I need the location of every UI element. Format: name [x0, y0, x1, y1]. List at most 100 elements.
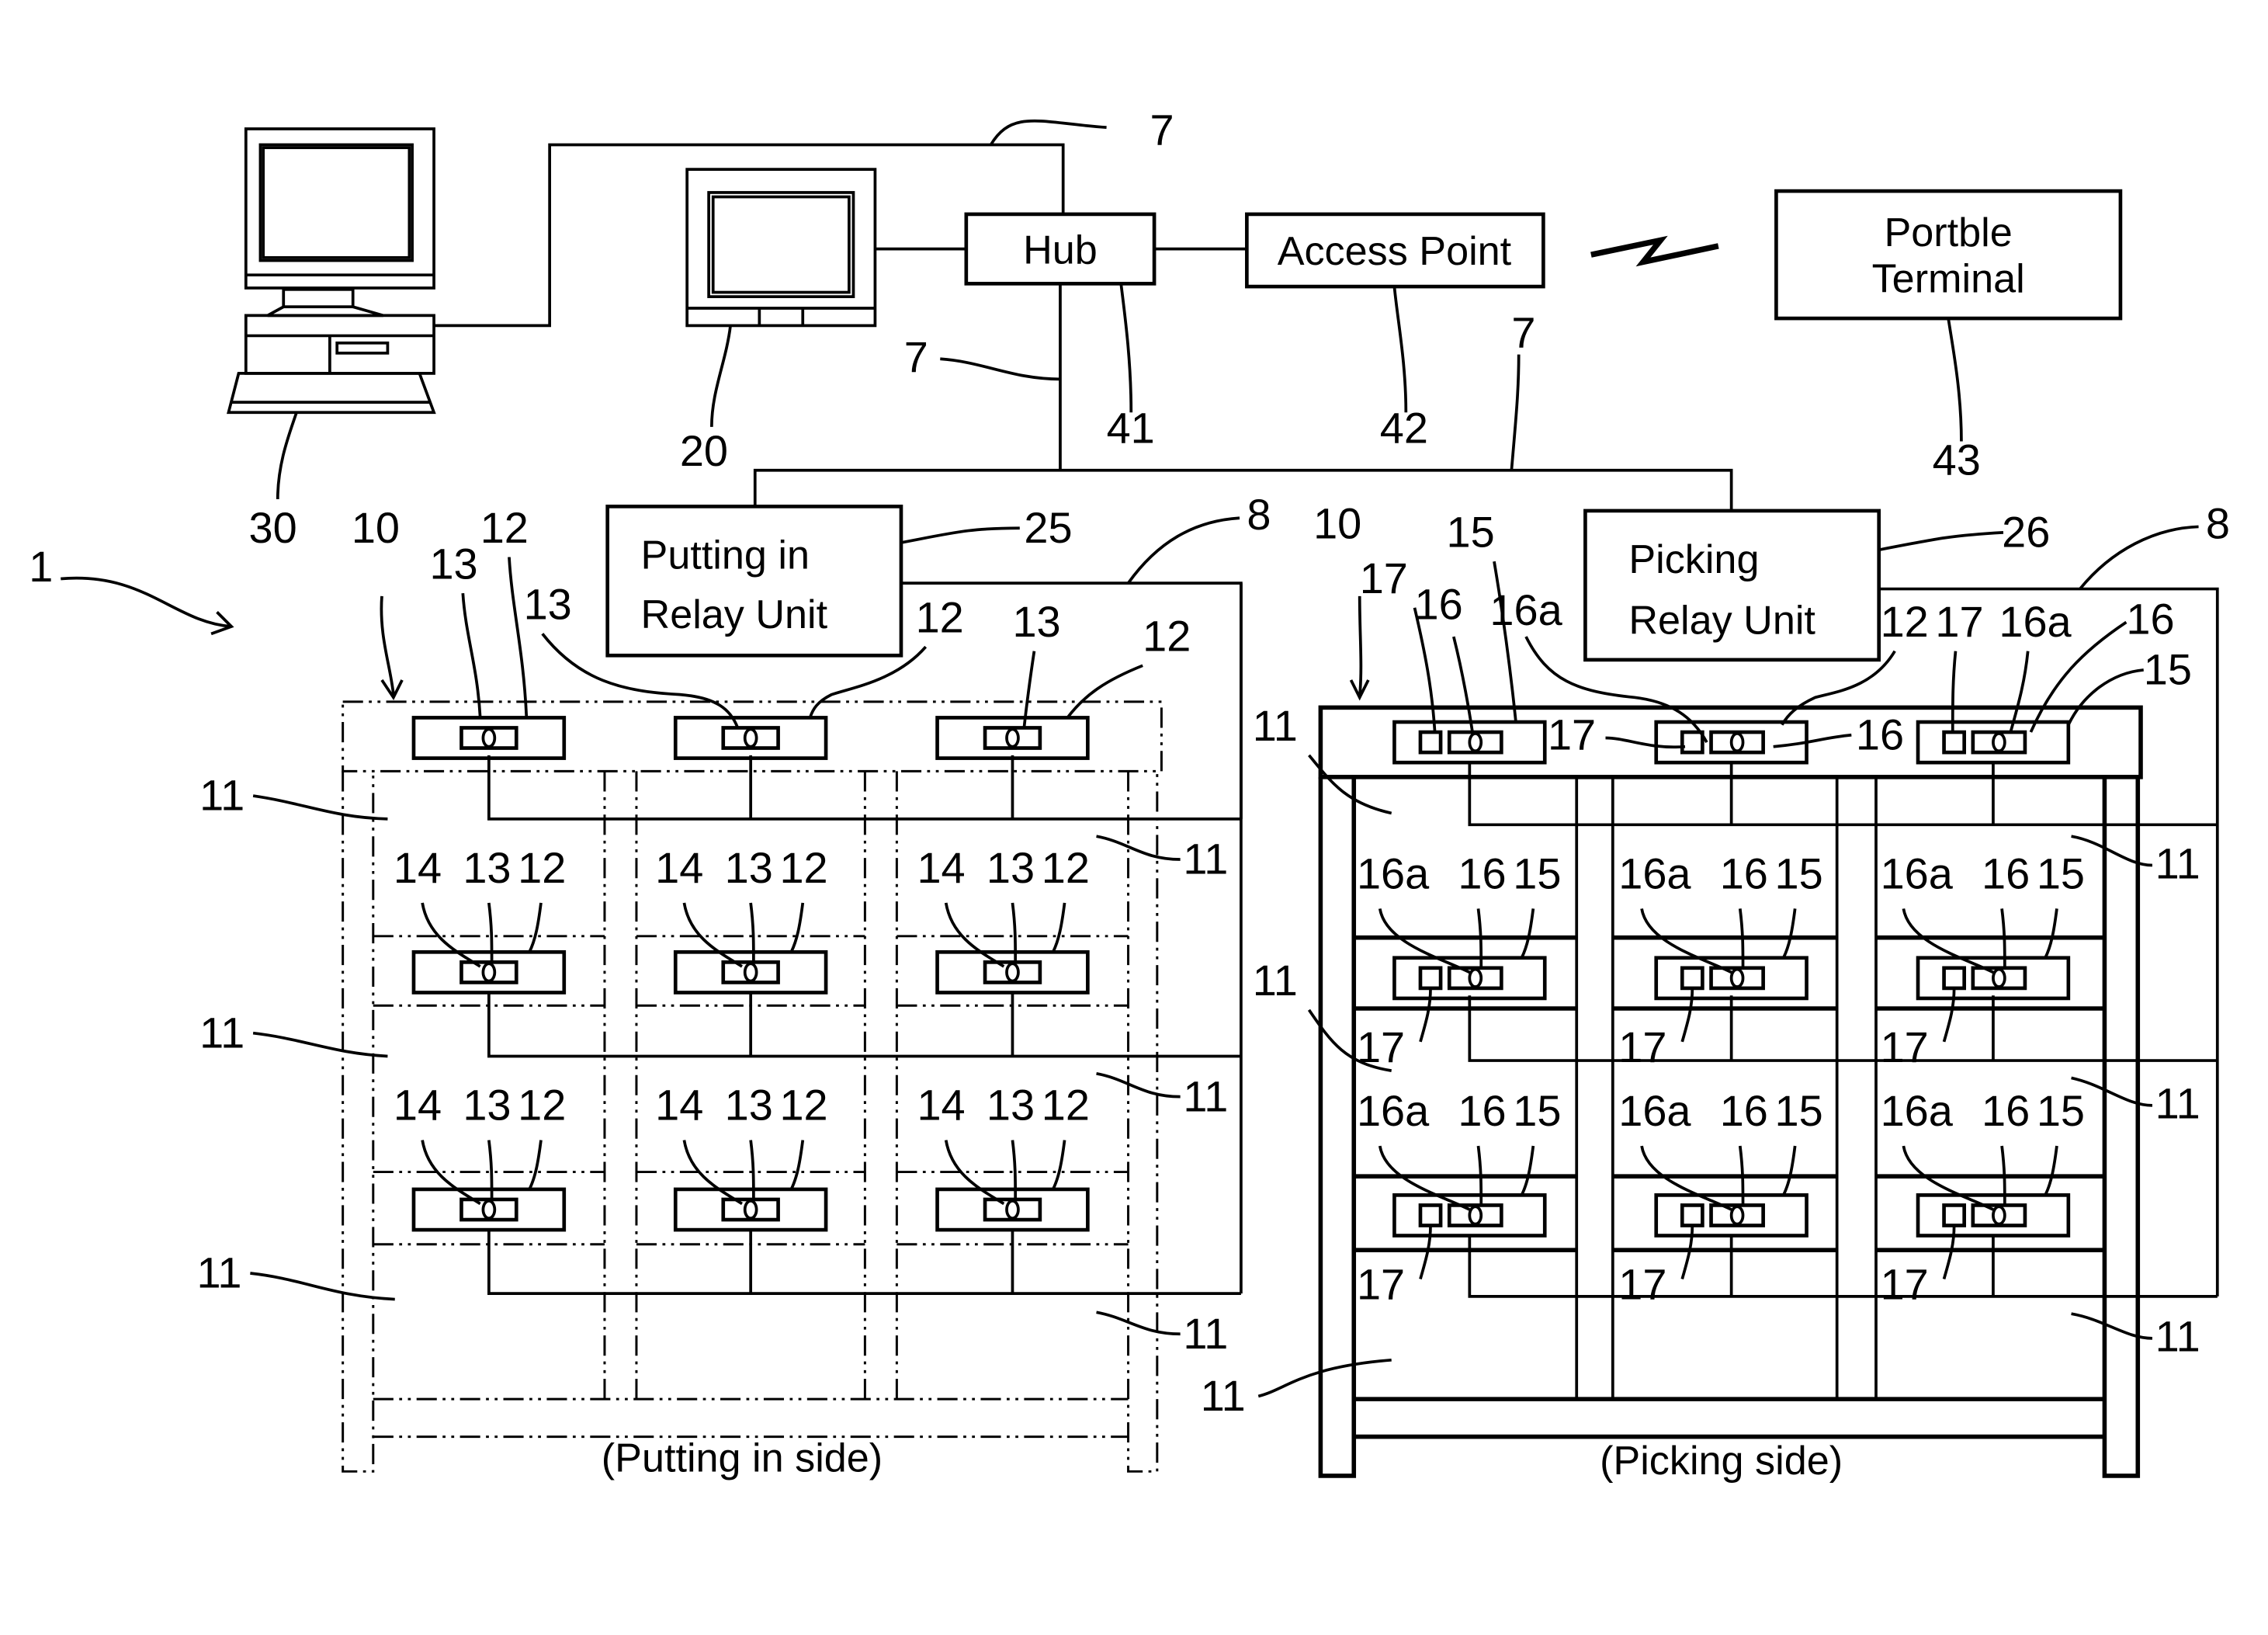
ref-14: 14: [394, 1080, 442, 1129]
indicator-lamp-17: [1942, 1203, 1966, 1227]
picking-display-unit: [1392, 956, 1547, 1001]
ref-7: 7: [1511, 307, 1535, 356]
ref-17: 17: [1935, 597, 1983, 646]
ref-8: 8: [2206, 498, 2230, 547]
indicator-lamp-17: [1418, 730, 1443, 755]
ref-11: 11: [196, 1248, 241, 1297]
ref-16a: 16a: [1618, 849, 1691, 897]
picking-display-unit: [1654, 1193, 1809, 1238]
ref-11: 11: [1183, 835, 1228, 883]
ref-12: 12: [916, 592, 964, 641]
ref-13: 13: [725, 843, 773, 892]
ref-16: 16: [1982, 1086, 2030, 1135]
ref-11: 11: [1253, 956, 1298, 1005]
portable-terminal-box: Portble Terminal: [1774, 189, 2123, 321]
ref-17: 17: [1618, 1260, 1666, 1309]
ref-17: 17: [1357, 1260, 1405, 1309]
access-point-box: Access Point: [1245, 212, 1545, 289]
ref-41: 41: [1107, 403, 1155, 452]
ref-15: 15: [2037, 1086, 2085, 1135]
patent-figure: Hub Access Point Portble Terminal Puttin…: [29, 105, 2230, 1484]
ref-16: 16: [1458, 849, 1506, 897]
putting-display-unit: [673, 716, 828, 760]
ref-12: 12: [1042, 843, 1090, 892]
picking-display-unit: [1392, 720, 1547, 765]
indicator-lamp-17: [1942, 730, 1966, 755]
ref-14: 14: [917, 1080, 965, 1129]
ref-14: 14: [394, 843, 442, 892]
ref-16: 16: [2126, 594, 2174, 643]
ref-25: 25: [1024, 503, 1072, 552]
portable-terminal-label-1: Portble: [1885, 210, 2013, 255]
ref-10: 10: [1313, 498, 1361, 547]
picking-relay-label-1: Picking: [1628, 537, 1759, 582]
ref-15: 15: [1775, 1086, 1823, 1135]
putting-display-unit: [411, 949, 567, 995]
picking-display-unit: [1916, 956, 2071, 1001]
putting-display-unit: [673, 1187, 828, 1232]
ref-12: 12: [518, 1080, 566, 1129]
indicator-lamp-17: [1680, 966, 1704, 991]
hub-box: Hub: [964, 212, 1157, 286]
ref-16: 16: [1458, 1086, 1506, 1135]
putting-display-unit: [935, 949, 1090, 995]
ref-30: 30: [249, 503, 297, 552]
ref-15: 15: [1775, 849, 1823, 897]
ref-16a: 16a: [1357, 849, 1430, 897]
ref-15: 15: [1513, 1086, 1561, 1135]
ref-14: 14: [655, 843, 703, 892]
putting-relay-label-2: Relay Unit: [641, 592, 828, 637]
host-computer-icon: [227, 127, 436, 415]
ref-16: 16: [1415, 580, 1463, 629]
indicator-lamp-17: [1418, 1203, 1443, 1227]
ref-11: 11: [199, 771, 244, 820]
caption-picking-side: (Picking side): [1600, 1439, 1843, 1484]
ref-11: 11: [2155, 1312, 2200, 1361]
ref-11: 11: [1253, 701, 1298, 750]
ref-16: 16: [1856, 710, 1904, 758]
ref-14: 14: [655, 1080, 703, 1129]
picking-display-unit: [1654, 720, 1809, 765]
ref-26: 26: [2002, 508, 2050, 557]
ref-17: 17: [1881, 1260, 1929, 1309]
monitor-icon: [685, 168, 877, 328]
ref-13: 13: [987, 843, 1035, 892]
indicator-lamp-17: [1680, 1203, 1704, 1227]
ref-15: 15: [1447, 508, 1495, 557]
ref-16a: 16a: [1881, 849, 1954, 897]
ref-12: 12: [1042, 1080, 1090, 1129]
ref-17: 17: [1360, 554, 1408, 602]
picking-display-unit: [1916, 720, 2071, 765]
ref-11: 11: [199, 1008, 244, 1057]
ref-12: 12: [1881, 597, 1929, 646]
ref-13: 13: [987, 1080, 1035, 1129]
portable-terminal-label-2: Terminal: [1872, 257, 2025, 302]
ref-15: 15: [2144, 645, 2192, 694]
ref-13: 13: [463, 1080, 511, 1129]
ref-12: 12: [779, 843, 827, 892]
ref-15: 15: [1513, 849, 1561, 897]
picking-display-unit: [1654, 956, 1809, 1001]
putting-display-unit: [935, 1187, 1090, 1232]
putting-display-unit: [411, 716, 567, 760]
ref-13: 13: [524, 580, 572, 629]
ref-17: 17: [1881, 1022, 1929, 1071]
ref-16a: 16a: [1618, 1086, 1691, 1135]
ref-12: 12: [480, 503, 529, 552]
ref-16a: 16a: [1357, 1086, 1430, 1135]
picking-display-unit: [1916, 1193, 2071, 1238]
putting-display-unit: [411, 1187, 567, 1232]
ref-11: 11: [1183, 1309, 1228, 1358]
putting-display-unit: [673, 949, 828, 995]
putting-relay-unit-box: Putting in Relay Unit: [605, 505, 903, 658]
ref-13: 13: [725, 1080, 773, 1129]
ref-13: 13: [429, 540, 477, 588]
hub-label: Hub: [1023, 227, 1098, 272]
access-point-label: Access Point: [1278, 229, 1512, 274]
ref-13: 13: [463, 843, 511, 892]
picking-relay-unit-box: Picking Relay Unit: [1583, 509, 1881, 662]
ref-11: 11: [2155, 1079, 2200, 1128]
ref-12: 12: [779, 1080, 827, 1129]
ref-8: 8: [1247, 490, 1271, 539]
ref-16: 16: [1982, 849, 2030, 897]
